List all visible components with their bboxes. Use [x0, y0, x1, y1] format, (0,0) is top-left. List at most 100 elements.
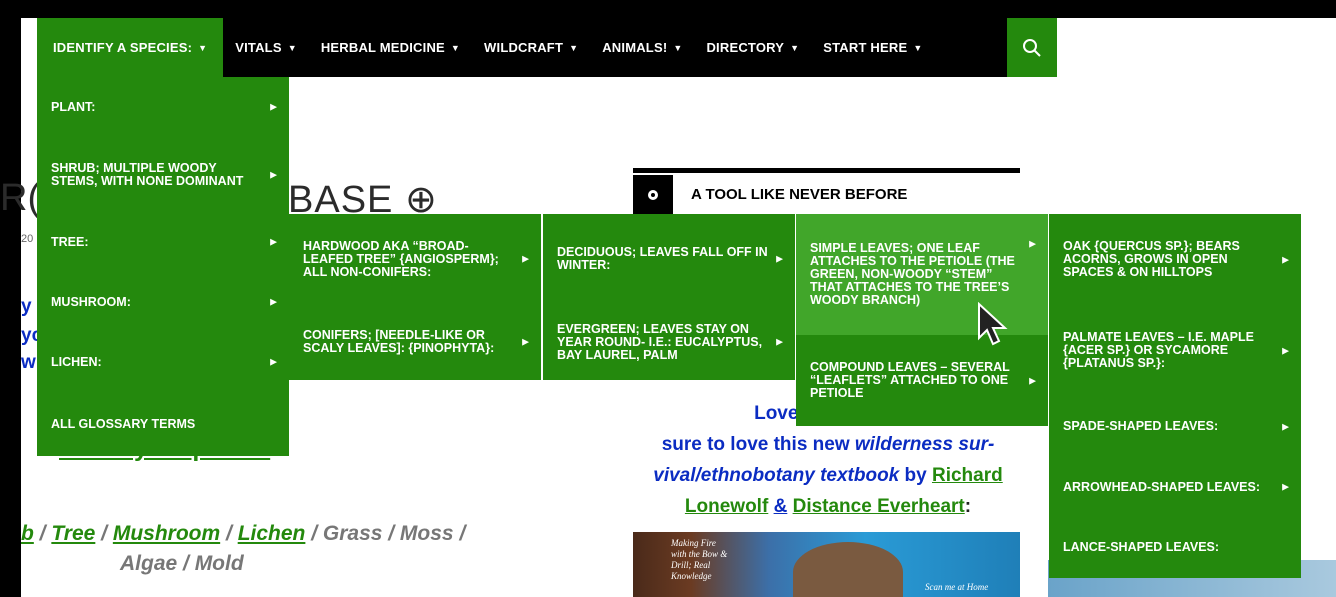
promo-fragment: wilderness sur-	[854, 434, 995, 455]
menu-item-label: SHRUB; MULTIPLE WOODY STEMS, WITH NONE D…	[51, 160, 244, 188]
arrow-right-icon: ▶	[270, 169, 277, 179]
nav-wildcraft[interactable]: WILDCRAFT ▼	[472, 18, 590, 77]
arrow-right-icon: ▶	[1282, 254, 1289, 264]
nav-label: WILDCRAFT	[484, 40, 564, 55]
menu-item-plant[interactable]: PLANT: ▶	[37, 77, 289, 137]
menu-item-label: SIMPLE LEAVES; ONE LEAF ATTACHES TO THE …	[810, 241, 1015, 307]
nav-label: DIRECTORY	[706, 40, 785, 55]
menu-item-label: OAK {QUERCUS SP.}; BEARS ACORNS, GROWS I…	[1063, 239, 1240, 279]
caret-down-icon: ▼	[673, 42, 683, 53]
book-cover-text-2: Scan me at Home	[925, 582, 989, 592]
intro-text-fragment: w	[21, 352, 36, 373]
shrub-link[interactable]: b	[21, 522, 34, 545]
nav-label: IDENTIFY A SPECIES:	[53, 40, 193, 55]
menu-item-label: MUSHROOM:	[51, 294, 131, 309]
mushroom-link[interactable]: Mushroom	[113, 522, 220, 545]
tool-widget-header: A TOOL LIKE NEVER BEFORE	[633, 175, 907, 214]
caret-down-icon: ▼	[198, 42, 208, 53]
search-button[interactable]	[1007, 18, 1057, 77]
nav-start-here[interactable]: START HERE ▼	[811, 18, 934, 77]
amp-link[interactable]: &	[774, 496, 788, 517]
tool-widget-title: A TOOL LIKE NEVER BEFORE	[691, 186, 908, 203]
dropdown-identify-species: PLANT: ▶ SHRUB; MULTIPLE WOODY STEMS, WIT…	[37, 77, 289, 456]
author-link[interactable]: Lonewolf	[685, 496, 768, 517]
arrow-right-icon: ▶	[522, 253, 529, 264]
menu-item-label: PALMATE LEAVES – I.E. MAPLE {ACER SP.} O…	[1063, 330, 1254, 370]
page-heading-fragment: R(	[0, 177, 37, 219]
caret-down-icon: ▼	[287, 42, 297, 53]
separator: /	[95, 522, 113, 545]
menu-item-label: CONIFERS; [NEEDLE-LIKE OR SCALY LEAVES]:…	[303, 328, 495, 355]
arrow-right-icon: ▶	[270, 101, 277, 112]
promo-line: Lonewolf & Distance Everheart:	[618, 491, 1038, 522]
promo-line: vival/ethnobotany textbook by Richard	[618, 460, 1038, 491]
arrow-right-icon: ▶	[1282, 421, 1289, 431]
post-date-fragment: 20	[21, 233, 34, 245]
intro-text-fragment: y	[21, 296, 32, 317]
promo-fragment: vival/ethnobotany textbook	[653, 465, 900, 486]
dropdown-simple-leaves: OAK {QUERCUS SP.}; BEARS ACORNS, GROWS I…	[1049, 214, 1301, 578]
arrow-right-icon: ▶	[1282, 345, 1289, 355]
menu-item-tree[interactable]: TREE: ▶	[37, 212, 289, 272]
arrow-right-icon: ▶	[522, 336, 529, 347]
nav-vitals[interactable]: VITALS ▼	[223, 18, 309, 77]
caret-down-icon: ▼	[569, 42, 579, 53]
arrow-right-icon: ▶	[1282, 481, 1289, 492]
dropdown-tree: HARDWOOD AKA “BROAD-LEAFED TREE” {ANGIOS…	[289, 214, 541, 380]
species-text: / Grass / Moss /	[305, 522, 466, 545]
menu-item-label: LICHEN:	[51, 354, 102, 369]
caret-down-icon: ▼	[913, 42, 923, 53]
separator: /	[220, 522, 238, 545]
menu-item-mushroom[interactable]: MUSHROOM: ▶	[37, 272, 289, 332]
dropdown-hardwood: DECIDUOUS; LEAVES FALL OFF IN WINTER: ▶ E…	[543, 214, 795, 380]
arrow-right-icon: ▶	[270, 236, 277, 247]
arrow-right-icon: ▶	[1029, 238, 1036, 249]
mouse-cursor-icon	[978, 302, 1008, 346]
menu-item-palmate-leaves[interactable]: PALMATE LEAVES – I.E. MAPLE {ACER SP.} O…	[1049, 305, 1301, 396]
arrow-right-icon: ▶	[270, 356, 277, 367]
arrow-right-icon: ▶	[1029, 375, 1036, 385]
menu-item-label: DECIDUOUS; LEAVES FALL OFF IN WINTER:	[557, 245, 768, 272]
menu-item-all-glossary-terms[interactable]: ALL GLOSSARY TERMS	[37, 392, 289, 456]
book-cover-image[interactable]: Making Fire with the Bow & Drill; Real K…	[633, 532, 1020, 597]
author-link[interactable]: Distance Everheart	[793, 496, 965, 517]
promo-fragment: sure to love this new	[661, 434, 855, 455]
arrow-right-icon: ▶	[776, 336, 783, 347]
menu-item-label: EVERGREEN; LEAVES STAY ON YEAR ROUND- I.…	[557, 321, 763, 362]
menu-item-conifers[interactable]: CONIFERS; [NEEDLE-LIKE OR SCALY LEAVES]:…	[289, 304, 541, 380]
species-links: b / Tree / Mushroom / Lichen / Grass / M…	[21, 522, 465, 546]
lichen-link[interactable]: Lichen	[238, 522, 306, 545]
separator: /	[33, 522, 52, 545]
nav-identify-species[interactable]: IDENTIFY A SPECIES: ▼	[37, 18, 224, 77]
menu-item-spade-shaped-leaves[interactable]: SPADE-SHAPED LEAVES: ▶	[1049, 396, 1301, 457]
author-link[interactable]: Richard	[932, 465, 1003, 486]
menu-item-lichen[interactable]: LICHEN: ▶	[37, 332, 289, 392]
menu-item-arrowhead-shaped-leaves[interactable]: ARROWHEAD-SHAPED LEAVES: ▶	[1049, 457, 1301, 517]
nav-herbal-medicine[interactable]: HERBAL MEDICINE ▼	[309, 18, 472, 77]
book-cover-text: Making Fire with the Bow & Drill; Real K…	[671, 538, 728, 581]
nav-animals[interactable]: ANIMALS! ▼	[590, 18, 694, 77]
promo-line: sure to love this new wilderness sur-	[618, 429, 1038, 460]
menu-item-label: PLANT:	[51, 99, 96, 114]
tree-link[interactable]: Tree	[51, 522, 95, 545]
menu-item-label: SPADE-SHAPED LEAVES:	[1063, 419, 1219, 433]
bullet-icon	[633, 175, 673, 214]
caret-down-icon: ▼	[450, 42, 461, 53]
menu-item-oak[interactable]: OAK {QUERCUS SP.}; BEARS ACORNS, GROWS I…	[1049, 214, 1301, 305]
species-text-2: Algae / Mold	[120, 552, 244, 575]
menu-item-label: TREE:	[51, 234, 89, 249]
menu-item-evergreen[interactable]: EVERGREEN; LEAVES STAY ON YEAR ROUND- I.…	[543, 304, 795, 380]
menu-item-hardwood[interactable]: HARDWOOD AKA “BROAD-LEAFED TREE” {ANGIOS…	[289, 214, 541, 304]
book-cover-figure	[793, 542, 903, 597]
menu-item-shrub[interactable]: SHRUB; MULTIPLE WOODY STEMS, WITH NONE D…	[37, 137, 289, 212]
search-icon	[1023, 38, 1041, 57]
arrow-right-icon: ▶	[270, 296, 277, 307]
menu-item-label: ALL GLOSSARY TERMS	[51, 416, 196, 431]
nav-directory[interactable]: DIRECTORY ▼	[694, 18, 811, 77]
main-navigation: IDENTIFY A SPECIES: ▼ VITALS ▼ HERBAL MEDI…	[37, 18, 1057, 77]
menu-item-label: COMPOUND LEAVES – SEVERAL “LEAFLETS” ATT…	[810, 360, 1010, 400]
menu-item-lance-shaped-leaves[interactable]: LANCE-SHAPED LEAVES:	[1049, 517, 1301, 578]
menu-item-label: ARROWHEAD-SHAPED LEAVES:	[1063, 479, 1260, 494]
menu-item-deciduous[interactable]: DECIDUOUS; LEAVES FALL OFF IN WINTER: ▶	[543, 214, 795, 304]
arrow-right-icon: ▶	[776, 253, 783, 264]
